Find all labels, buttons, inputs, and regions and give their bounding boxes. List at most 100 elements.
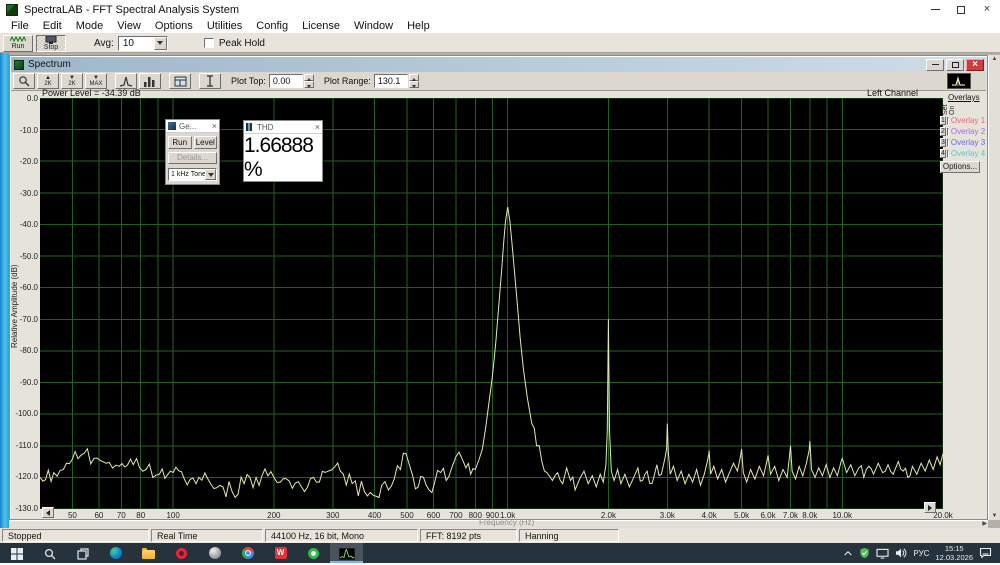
plot-range-label: Plot Range: bbox=[324, 76, 371, 86]
defender-shield-icon[interactable] bbox=[859, 547, 870, 559]
taskbar-edge-button[interactable] bbox=[99, 543, 132, 563]
overlay-on-checkbox-2[interactable] bbox=[947, 128, 949, 136]
run-button[interactable]: Run bbox=[3, 35, 33, 52]
maximize-button[interactable] bbox=[948, 0, 974, 19]
spectrum-maximize-button[interactable] bbox=[946, 59, 964, 71]
menu-utilities[interactable]: Utilities bbox=[200, 20, 249, 32]
zoom-select-button[interactable] bbox=[13, 73, 35, 89]
overlay-on-checkbox-1[interactable] bbox=[947, 117, 949, 125]
waveform-icon bbox=[10, 36, 26, 43]
network-display-icon[interactable] bbox=[876, 548, 889, 559]
overlay-on-checkbox-4[interactable] bbox=[947, 150, 949, 158]
plot-range-input[interactable]: 130.1 bbox=[374, 74, 408, 88]
search-icon bbox=[44, 547, 56, 559]
scroll-down-icon[interactable]: ▼ bbox=[989, 513, 1000, 519]
plot-top-spinner[interactable] bbox=[304, 74, 314, 88]
line-plot-button[interactable] bbox=[115, 73, 137, 89]
overlay-on-checkbox-3[interactable] bbox=[947, 139, 949, 147]
plot-top-input[interactable]: 0.00 bbox=[269, 74, 303, 88]
peak-hold-checkbox[interactable] bbox=[204, 38, 214, 48]
taskbar-task-view-button[interactable] bbox=[66, 543, 99, 563]
status-fft-size: FFT: 8192 pts bbox=[420, 529, 517, 542]
scroll-up-icon[interactable]: ▲ bbox=[989, 56, 1000, 62]
plot-range-spinner[interactable] bbox=[409, 74, 419, 88]
zoom-out-max-button[interactable]: ▼MAX bbox=[85, 73, 107, 89]
gimp-icon bbox=[209, 547, 221, 559]
mdi-vertical-scrollbar[interactable]: ▲ ▼ bbox=[988, 55, 1000, 520]
chevron-down-icon[interactable] bbox=[154, 37, 167, 50]
marker-tool-button[interactable] bbox=[199, 73, 221, 89]
y-tick--10.0: -10.0 bbox=[12, 126, 38, 135]
zoom-in-2x-button[interactable]: ▲2K bbox=[37, 73, 59, 89]
zoom-out-2x-button[interactable]: ▼2K bbox=[61, 73, 83, 89]
menu-window[interactable]: Window bbox=[347, 20, 400, 32]
generator-signal-select[interactable]: 1 kHz Tone bbox=[168, 168, 217, 181]
overlays-col-on: On bbox=[950, 102, 956, 115]
y-tick--20.0: -20.0 bbox=[12, 157, 38, 166]
x-tick-8.0k: 8.0k bbox=[793, 511, 827, 520]
thd-close-icon[interactable]: × bbox=[315, 123, 320, 132]
overlay-set-button-1[interactable]: 1 bbox=[940, 116, 946, 125]
overlay-label-3: Overlay 3 bbox=[951, 138, 985, 147]
spectrum-minimize-button[interactable] bbox=[926, 59, 944, 71]
menu-file[interactable]: File bbox=[4, 20, 36, 32]
status-sample-format: 44100 Hz, 16 bit, Mono bbox=[265, 529, 418, 542]
close-button[interactable]: × bbox=[974, 0, 1000, 19]
generator-level-button[interactable]: Level bbox=[194, 136, 218, 149]
taskbar-start-button[interactable] bbox=[0, 543, 33, 563]
tray-expand-icon[interactable] bbox=[843, 549, 853, 557]
plot-options-button[interactable] bbox=[169, 73, 191, 89]
clock-time: 15:15 bbox=[935, 544, 973, 553]
menu-help[interactable]: Help bbox=[400, 20, 437, 32]
taskbar-search-button[interactable] bbox=[33, 543, 66, 563]
y-tick--100.0: -100.0 bbox=[12, 409, 38, 418]
generator-close-icon[interactable]: × bbox=[212, 122, 217, 131]
spectrum-close-button[interactable]: × bbox=[966, 59, 984, 71]
line-plot-icon bbox=[119, 76, 133, 87]
x-tick-200: 200 bbox=[257, 511, 291, 520]
pan-right-button[interactable] bbox=[924, 502, 936, 513]
channel-label: Left Channel bbox=[867, 88, 918, 98]
avg-select[interactable]: 10 bbox=[118, 36, 168, 51]
taskbar-file-explorer-button[interactable] bbox=[132, 543, 165, 563]
thd-titlebar[interactable]: THD × bbox=[244, 121, 322, 134]
overlay-set-button-4[interactable]: 4 bbox=[940, 149, 946, 158]
minimize-button[interactable] bbox=[922, 0, 948, 19]
generator-details-button[interactable]: Details... bbox=[168, 152, 217, 164]
generator-run-button[interactable]: Run bbox=[168, 136, 192, 149]
spectrum-window: Spectrum × ▲2K ▼2K ▼MAX bbox=[9, 55, 988, 520]
chevron-down-icon[interactable] bbox=[205, 169, 216, 180]
menu-config[interactable]: Config bbox=[249, 20, 295, 32]
bar-plot-button[interactable] bbox=[139, 73, 161, 89]
y-tick--130.0: -130.0 bbox=[12, 504, 38, 513]
notifications-icon[interactable] bbox=[979, 547, 992, 559]
scroll-right-icon[interactable]: ▶ bbox=[982, 521, 987, 528]
generator-titlebar[interactable]: Ge... × bbox=[166, 120, 219, 133]
clock[interactable]: 15:15 12.03.2026 bbox=[935, 544, 973, 562]
window-titlebar: SpectraLAB - FFT Spectral Analysis Syste… bbox=[0, 0, 1000, 19]
taskbar-media-player-button[interactable] bbox=[297, 543, 330, 563]
pan-left-button[interactable] bbox=[42, 507, 54, 518]
mdi-area: ▲ ▼ ▶ Spectrum × ▲2K ▼2K ▼MAX bbox=[0, 53, 1000, 528]
taskbar-chrome-button[interactable] bbox=[231, 543, 264, 563]
menu-view[interactable]: View bbox=[110, 20, 148, 32]
stop-label: Stop bbox=[44, 44, 58, 51]
overlays-options-button[interactable]: Options... bbox=[940, 161, 980, 173]
overlay-set-button-2[interactable]: 2 bbox=[940, 127, 946, 136]
menu-edit[interactable]: Edit bbox=[36, 20, 69, 32]
taskbar-opera-button[interactable] bbox=[165, 543, 198, 563]
volume-icon[interactable] bbox=[895, 547, 907, 559]
taskbar-word-button[interactable] bbox=[264, 543, 297, 563]
overlay-set-button-3[interactable]: 3 bbox=[940, 138, 946, 147]
task-view-icon bbox=[77, 547, 89, 559]
menu-options[interactable]: Options bbox=[148, 20, 200, 32]
stop-button[interactable]: Stop bbox=[36, 35, 66, 52]
taskbar-gimp-button[interactable] bbox=[198, 543, 231, 563]
menu-mode[interactable]: Mode bbox=[69, 20, 111, 32]
language-indicator[interactable]: РУС bbox=[913, 549, 929, 558]
cursor-readout-button[interactable] bbox=[947, 73, 971, 89]
menu-license[interactable]: License bbox=[295, 20, 347, 32]
y-axis-title: Relative Amplitude (dB) bbox=[10, 221, 19, 391]
spectrum-titlebar[interactable]: Spectrum × bbox=[11, 57, 986, 72]
taskbar-spectralab-button[interactable] bbox=[330, 543, 363, 563]
